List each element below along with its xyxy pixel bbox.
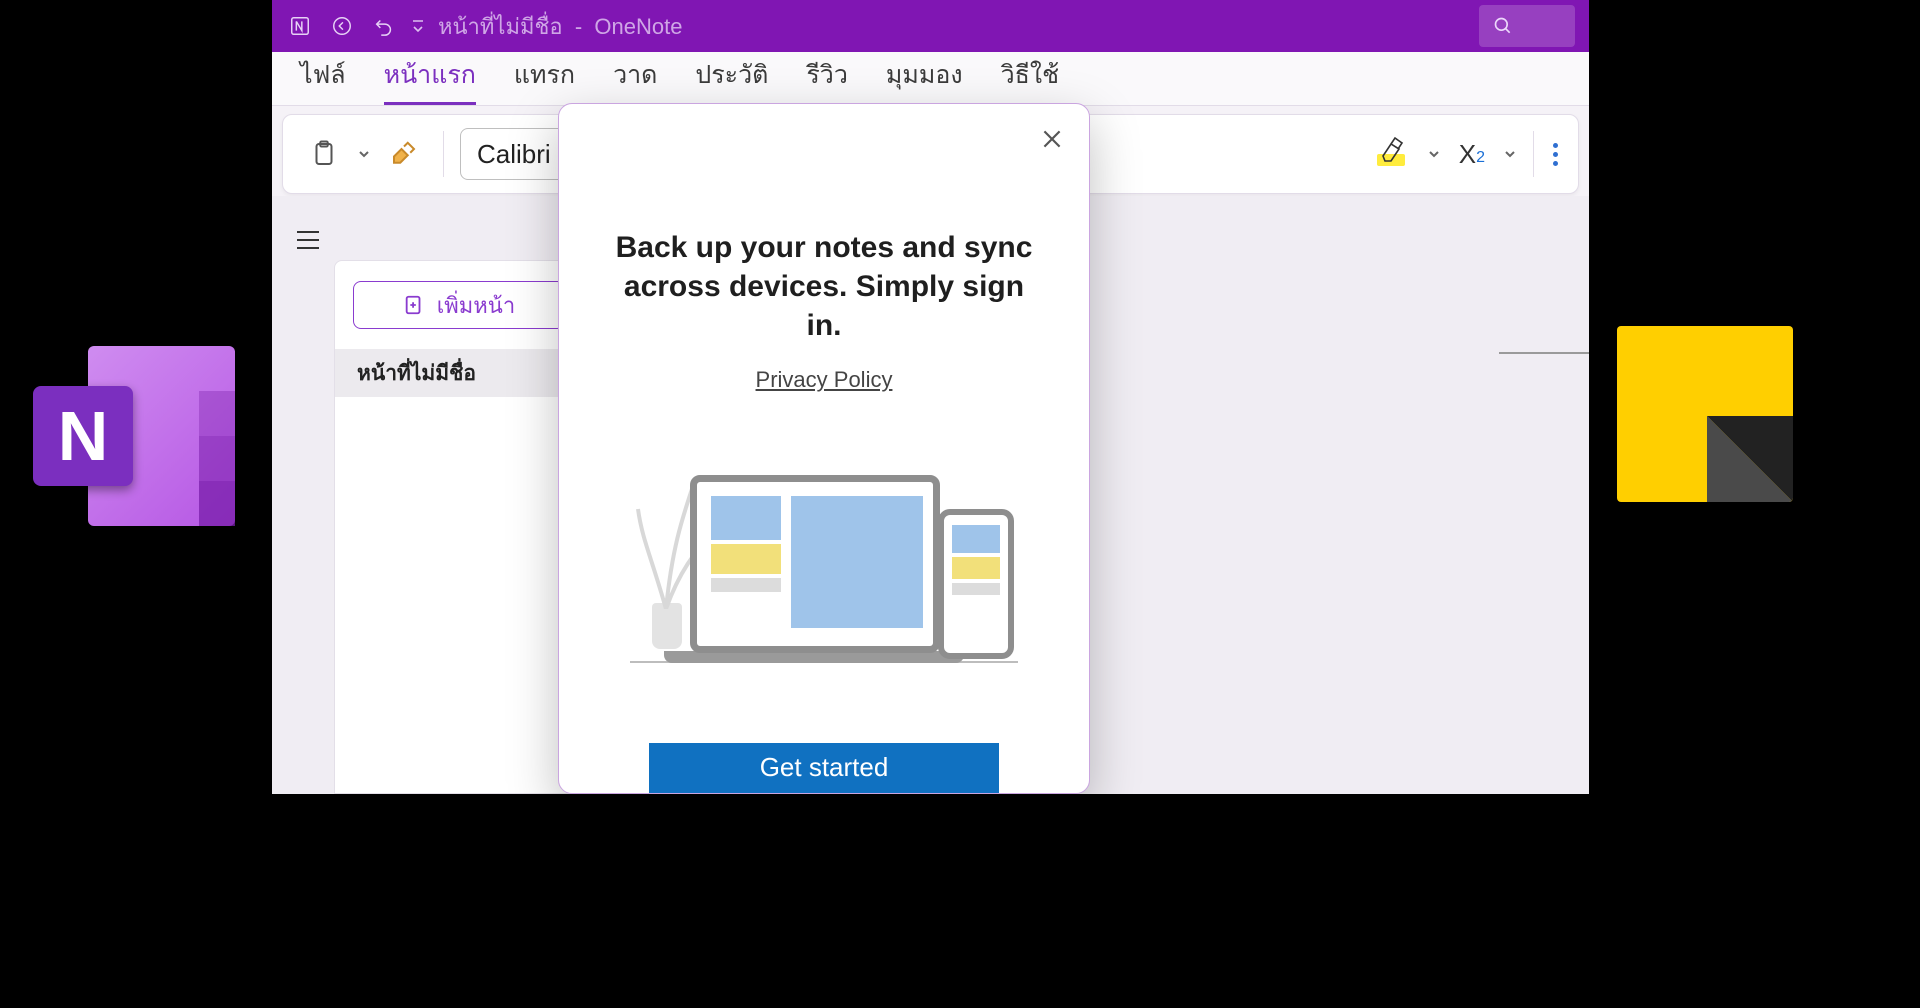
tab-draw[interactable]: วาด (613, 55, 657, 105)
ribbon-tabs: ไฟล์ หน้าแรก แทรก วาด ประวัติ รีวิว มุมม… (272, 52, 1589, 106)
tab-insert[interactable]: แทรก (514, 55, 575, 105)
format-painter-icon (389, 139, 419, 169)
tab-view[interactable]: มุมมอง (886, 55, 963, 105)
add-page-button[interactable]: เพิ่มหน้า (353, 281, 565, 329)
page-list-panel: เพิ่มหน้า หน้าที่ไม่มีชื่อ (334, 260, 584, 794)
highlighter-icon (1377, 134, 1409, 174)
highlight-dropdown[interactable] (1427, 147, 1441, 161)
search-icon (1493, 16, 1513, 36)
dialog-illustration (634, 463, 1014, 663)
tab-help[interactable]: วิธีใช้ (1001, 55, 1059, 105)
note-title-underline (1499, 352, 1589, 354)
hamburger-icon (295, 229, 321, 251)
tab-history[interactable]: ประวัติ (695, 55, 768, 105)
tab-file[interactable]: ไฟล์ (300, 55, 346, 105)
dialog-close-button[interactable] (1035, 122, 1069, 156)
title-bar: หน้าที่ไม่มีชื่อ - OneNote (272, 0, 1589, 52)
privacy-policy-link[interactable]: Privacy Policy (756, 367, 893, 393)
subscript-x: X (1459, 139, 1476, 170)
highlight-button[interactable] (1369, 128, 1417, 180)
phone-icon (938, 509, 1014, 659)
onenote-title-icon (286, 12, 314, 40)
subscript-button[interactable]: X2 (1451, 133, 1493, 176)
doc-title: หน้าที่ไม่มีชื่อ (438, 14, 563, 39)
onenote-app-icon: N (33, 346, 235, 526)
add-page-icon (403, 294, 425, 316)
dialog-heading: Back up your notes and sync across devic… (609, 228, 1039, 345)
back-icon[interactable] (328, 12, 356, 40)
sign-in-dialog: Back up your notes and sync across devic… (558, 103, 1090, 794)
get-started-label: Get started (760, 752, 889, 783)
paste-dropdown[interactable] (357, 147, 371, 161)
onenote-icon-letter: N (58, 396, 109, 476)
add-page-label: เพิ่มหน้า (437, 288, 515, 323)
laptop-icon (690, 475, 940, 653)
hamburger-button[interactable] (282, 214, 334, 266)
search-box[interactable] (1479, 5, 1575, 47)
clipboard-icon (309, 139, 339, 169)
page-list-item[interactable]: หน้าที่ไม่มีชื่อ (335, 349, 583, 397)
get-started-button[interactable]: Get started (649, 743, 999, 793)
onenote-icon-tile: N (33, 386, 133, 486)
format-painter-button[interactable] (381, 133, 427, 175)
sticky-notes-app-icon (1617, 326, 1793, 502)
window-title: หน้าที่ไม่มีชื่อ - OneNote (438, 9, 682, 44)
qat-customize-icon[interactable] (412, 17, 424, 35)
close-icon (1039, 126, 1065, 152)
subscript-dropdown[interactable] (1503, 147, 1517, 161)
ribbon-overflow-button[interactable] (1550, 143, 1560, 166)
page-item-title: หน้าที่ไม่มีชื่อ (357, 357, 476, 390)
app-name: OneNote (594, 14, 682, 39)
subscript-2: 2 (1476, 149, 1485, 167)
paste-button[interactable] (301, 133, 347, 175)
undo-icon[interactable] (370, 12, 398, 40)
tab-review[interactable]: รีวิว (806, 55, 848, 105)
tab-home[interactable]: หน้าแรก (384, 55, 476, 105)
